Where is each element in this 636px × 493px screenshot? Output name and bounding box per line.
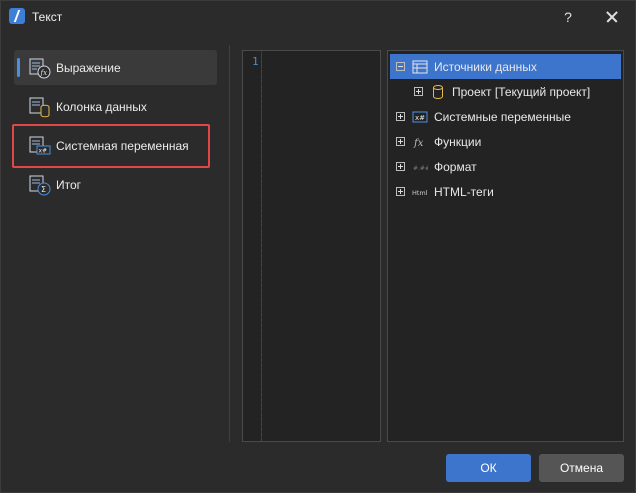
tree-item-format[interactable]: #.## Формат — [388, 154, 623, 179]
total-icon: Σ — [28, 173, 52, 197]
close-button[interactable] — [599, 6, 625, 28]
expand-icon[interactable] — [414, 87, 423, 96]
function-icon: fx — [412, 134, 428, 150]
tree-item-label: Источники данных — [434, 59, 537, 74]
title-bar: Текст ? — [1, 1, 635, 33]
database-icon — [430, 84, 446, 100]
svg-text:x#: x# — [415, 114, 425, 122]
nav-item-label: Системная переменная — [56, 138, 189, 153]
nav-item-label: Итог — [56, 177, 82, 192]
text-dialog: Текст ? fx Выражение Колонка данных x# С… — [0, 0, 636, 493]
datasource-icon — [412, 59, 428, 75]
svg-text:fx: fx — [413, 138, 424, 149]
cancel-button[interactable]: Отмена — [539, 454, 624, 482]
tree-item-label: Проект [Текущий проект] — [452, 84, 591, 99]
system-variable-icon: x# — [412, 109, 428, 125]
help-button[interactable]: ? — [557, 7, 579, 27]
data-tree: Источники данных Проект [Текущий проект]… — [387, 50, 624, 442]
tree-item-label: Системные переменные — [434, 109, 571, 124]
ok-button[interactable]: ОК — [446, 454, 531, 482]
nav-item-label: Выражение — [56, 60, 121, 75]
tree-item-label: Формат — [434, 159, 477, 174]
svg-text:x#: x# — [39, 147, 48, 154]
line-number: 1 — [252, 55, 259, 68]
window-title: Текст — [32, 10, 63, 24]
tree-item-label: HTML-теги — [434, 184, 494, 199]
nav-item-system-variable[interactable]: x# Системная переменная — [14, 128, 217, 163]
svg-text:fx: fx — [40, 69, 48, 77]
nav-item-data-column[interactable]: Колонка данных — [14, 89, 217, 124]
app-logo-icon — [9, 8, 25, 24]
collapse-icon[interactable] — [396, 62, 405, 71]
tree-item-system-variables[interactable]: x# Системные переменные — [388, 104, 623, 129]
expand-icon[interactable] — [396, 187, 405, 196]
nav-item-label: Колонка данных — [56, 99, 147, 114]
nav-item-total[interactable]: Σ Итог — [14, 167, 217, 202]
tree-item-html-tags[interactable]: Html HTML-теги — [388, 179, 623, 204]
expression-editor[interactable]: 1 — [242, 50, 381, 442]
expression-icon: fx — [28, 56, 52, 80]
panel-divider — [229, 45, 230, 442]
expand-icon[interactable] — [396, 112, 405, 121]
svg-text:Html: Html — [412, 189, 428, 197]
tree-item-label: Функции — [434, 134, 482, 149]
tree-item-datasources[interactable]: Источники данных — [390, 54, 621, 79]
tree-item-project[interactable]: Проект [Текущий проект] — [388, 79, 623, 104]
expand-icon[interactable] — [396, 162, 405, 171]
nav-item-expression[interactable]: fx Выражение — [14, 50, 217, 85]
html-icon: Html — [412, 184, 428, 200]
tree-item-functions[interactable]: fx Функции — [388, 129, 623, 154]
expand-icon[interactable] — [396, 137, 405, 146]
system-variable-icon: x# — [28, 134, 52, 158]
svg-text:Σ: Σ — [41, 185, 46, 194]
data-column-icon — [28, 95, 52, 119]
indent-guide — [261, 55, 262, 441]
category-nav: fx Выражение Колонка данных x# Системная… — [14, 50, 217, 206]
svg-text:#.##: #.## — [413, 165, 428, 172]
format-icon: #.## — [412, 159, 428, 175]
